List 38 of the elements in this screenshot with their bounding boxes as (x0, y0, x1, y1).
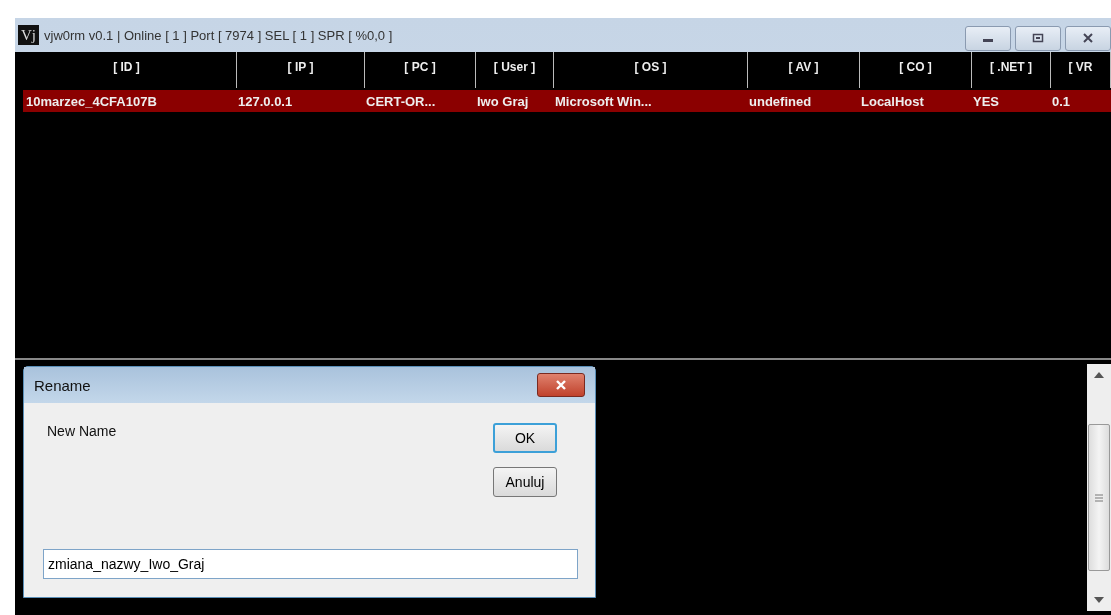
column-header[interactable]: [ OS ] (554, 52, 748, 88)
table-cell-text: Iwo Graj (476, 93, 530, 109)
maximize-button[interactable] (1015, 25, 1061, 51)
table-cell-text: 10marzec_4CFA107B (25, 93, 158, 109)
table-cell-text: 127.0.0.1 (237, 93, 294, 109)
close-button[interactable] (537, 373, 585, 397)
table-row[interactable]: 10marzec_4CFA107B 127.0.0.1 CERT-OR... Iwo Graj Microsoft Win... undefined LocalHost YES 0.1 (23, 90, 1111, 112)
minimize-button[interactable] (965, 25, 1011, 51)
field-label: New Name (47, 423, 117, 441)
scroll-thumb[interactable] (1088, 424, 1110, 571)
name-input-field[interactable]: zmiana_nazwy_Iwo_Graj (43, 549, 578, 579)
maximize-icon (1032, 33, 1044, 43)
column-header[interactable]: [ User ] (476, 52, 554, 88)
table-cell-text: undefined (748, 93, 813, 109)
column-header[interactable]: [ PC ] (365, 52, 476, 88)
window-title: vjw0rm v0.1 | Online [ 1 ] Port [ 7974 ] SEL [ 1 ] SPR [ %0,0 ] (44, 27, 393, 43)
dialog-title: Rename (34, 376, 91, 394)
close-button[interactable] (1065, 25, 1111, 51)
grip-icon (1095, 493, 1103, 502)
column-header[interactable]: [ .NET ] (972, 52, 1051, 88)
close-icon (555, 380, 567, 390)
table-cell-text: Microsoft Win... (554, 93, 653, 109)
column-header[interactable]: [ AV ] (748, 52, 860, 88)
close-icon (1082, 33, 1094, 43)
column-header[interactable]: [ IP ] (237, 52, 365, 88)
dialog-button[interactable]: Anuluj (493, 467, 557, 497)
table-cell-text: LocalHost (860, 93, 925, 109)
scrollbar[interactable] (1087, 364, 1111, 611)
scroll-up-icon[interactable] (1094, 372, 1104, 378)
app-icon: Vj (18, 25, 39, 45)
column-header[interactable]: [ VR (1051, 52, 1111, 88)
column-header[interactable]: [ ID ] (17, 52, 237, 88)
column-header[interactable]: [ CO ] (860, 52, 972, 88)
table-cell-text: CERT-OR... (365, 93, 437, 109)
table-cell-text: YES (972, 93, 1000, 109)
scroll-down-icon[interactable] (1094, 597, 1104, 603)
table-cell-text: 0.1 (1051, 93, 1072, 109)
dialog-button[interactable]: OK (493, 423, 557, 453)
